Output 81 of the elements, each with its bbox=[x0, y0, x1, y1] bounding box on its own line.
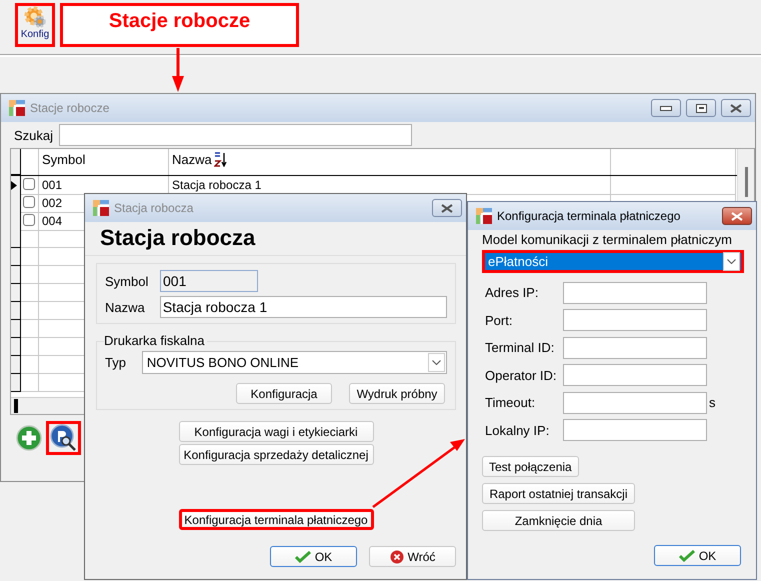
input-field[interactable] bbox=[563, 282, 707, 304]
row-checkbox[interactable] bbox=[23, 196, 35, 208]
name-field[interactable]: Stacja robocza 1 bbox=[160, 296, 447, 318]
row-header bbox=[11, 320, 21, 338]
row-header bbox=[11, 230, 21, 248]
row-header bbox=[11, 374, 21, 392]
symbol-field[interactable]: 001 bbox=[160, 270, 258, 292]
input-field[interactable] bbox=[563, 419, 707, 442]
dialog-heading: Stacja robocza bbox=[85, 225, 466, 256]
close-icon bbox=[731, 212, 743, 220]
field-label: Model komunikacji z terminalem płatniczym bbox=[482, 232, 733, 247]
ok-button[interactable]: OK bbox=[270, 546, 357, 567]
window-title: Konfiguracja terminala płatniczego bbox=[497, 209, 682, 223]
row-header bbox=[11, 266, 21, 284]
chevron-down-icon bbox=[432, 360, 441, 365]
printer-button[interactable]: Konfiguracja bbox=[236, 383, 332, 404]
row-header[interactable] bbox=[11, 176, 21, 195]
maximize-button[interactable] bbox=[686, 99, 716, 117]
back-button[interactable]: Wróć bbox=[369, 546, 456, 567]
plus-icon bbox=[16, 425, 42, 451]
config-button[interactable]: Konfiguracja sprzedaży detalicznej bbox=[178, 444, 374, 465]
config-button[interactable]: Konfiguracja wagi i etykieciarki bbox=[178, 421, 374, 442]
app-icon bbox=[476, 208, 492, 224]
maximize-icon bbox=[696, 104, 706, 112]
scrollbar-thumb[interactable] bbox=[14, 399, 18, 413]
row-header bbox=[11, 302, 21, 320]
row-header bbox=[11, 338, 21, 356]
checkmark-icon bbox=[678, 550, 695, 562]
input-field[interactable] bbox=[563, 336, 707, 359]
field-label: Nazwa bbox=[105, 300, 146, 314]
close-icon bbox=[730, 104, 742, 112]
app-icon bbox=[93, 200, 109, 216]
config-button[interactable]: Konfiguracja terminala płatniczego bbox=[178, 509, 374, 530]
unit-label: s bbox=[708, 395, 716, 410]
minimize-button[interactable] bbox=[651, 99, 681, 117]
group-legend: Drukarka fiskalna bbox=[104, 333, 208, 348]
input-field[interactable] bbox=[563, 364, 707, 386]
field-label: Terminal ID: bbox=[484, 340, 556, 356]
scrollbar-thumb[interactable] bbox=[744, 167, 748, 197]
field-label: Adres IP: bbox=[484, 285, 540, 300]
row-header bbox=[11, 284, 21, 302]
field-label: Typ bbox=[105, 355, 127, 370]
column-header[interactable]: Symbol bbox=[39, 149, 169, 175]
chevron-down-icon bbox=[727, 259, 736, 264]
search-field[interactable] bbox=[59, 124, 412, 146]
field-label: Operator ID: bbox=[484, 368, 558, 383]
cancel-icon bbox=[390, 550, 404, 564]
annotation-label: Stacje robocze bbox=[60, 3, 299, 47]
row-checkbox[interactable] bbox=[23, 178, 35, 190]
printer-button[interactable]: Wydruk próbny bbox=[349, 383, 445, 404]
close-button[interactable] bbox=[432, 199, 462, 217]
input-field[interactable] bbox=[563, 392, 707, 414]
browse-button[interactable] bbox=[46, 421, 81, 455]
konfig-button[interactable]: Konfig bbox=[15, 3, 55, 47]
terminal-action-button[interactable]: Test połączenia bbox=[482, 456, 579, 477]
terminal-action-button[interactable]: Raport ostatniej transakcji bbox=[482, 483, 635, 504]
field-label: Port: bbox=[484, 312, 514, 328]
magnifier-icon bbox=[50, 424, 77, 452]
row-checkbox[interactable] bbox=[23, 214, 35, 226]
model-dropdown[interactable]: ePłatności bbox=[482, 250, 744, 273]
window-title: Stacje robocze bbox=[30, 101, 110, 115]
checkmark-icon bbox=[294, 550, 311, 562]
row-header bbox=[11, 248, 21, 266]
terminal-action-button[interactable]: Zamknięcie dnia bbox=[482, 510, 635, 531]
gear-icon bbox=[24, 6, 46, 29]
sort-icon bbox=[214, 152, 227, 167]
minimize-icon bbox=[660, 106, 672, 110]
close-button[interactable] bbox=[721, 99, 751, 117]
close-icon bbox=[441, 204, 453, 212]
printer-type-dropdown[interactable]: NOVITUS BONO ONLINE bbox=[142, 351, 447, 374]
app-icon bbox=[9, 100, 25, 116]
field-label: Symbol bbox=[105, 274, 150, 288]
input-field[interactable] bbox=[563, 309, 707, 332]
column-header[interactable]: Nazwa bbox=[169, 149, 611, 175]
annotation-arrow bbox=[172, 48, 184, 92]
row-header bbox=[11, 356, 21, 374]
close-button[interactable] bbox=[722, 207, 752, 225]
ok-button[interactable]: OK bbox=[654, 545, 741, 566]
field-label: Timeout: bbox=[484, 395, 536, 410]
field-label: Lokalny IP: bbox=[484, 422, 550, 438]
search-label: Szukaj bbox=[14, 128, 54, 142]
